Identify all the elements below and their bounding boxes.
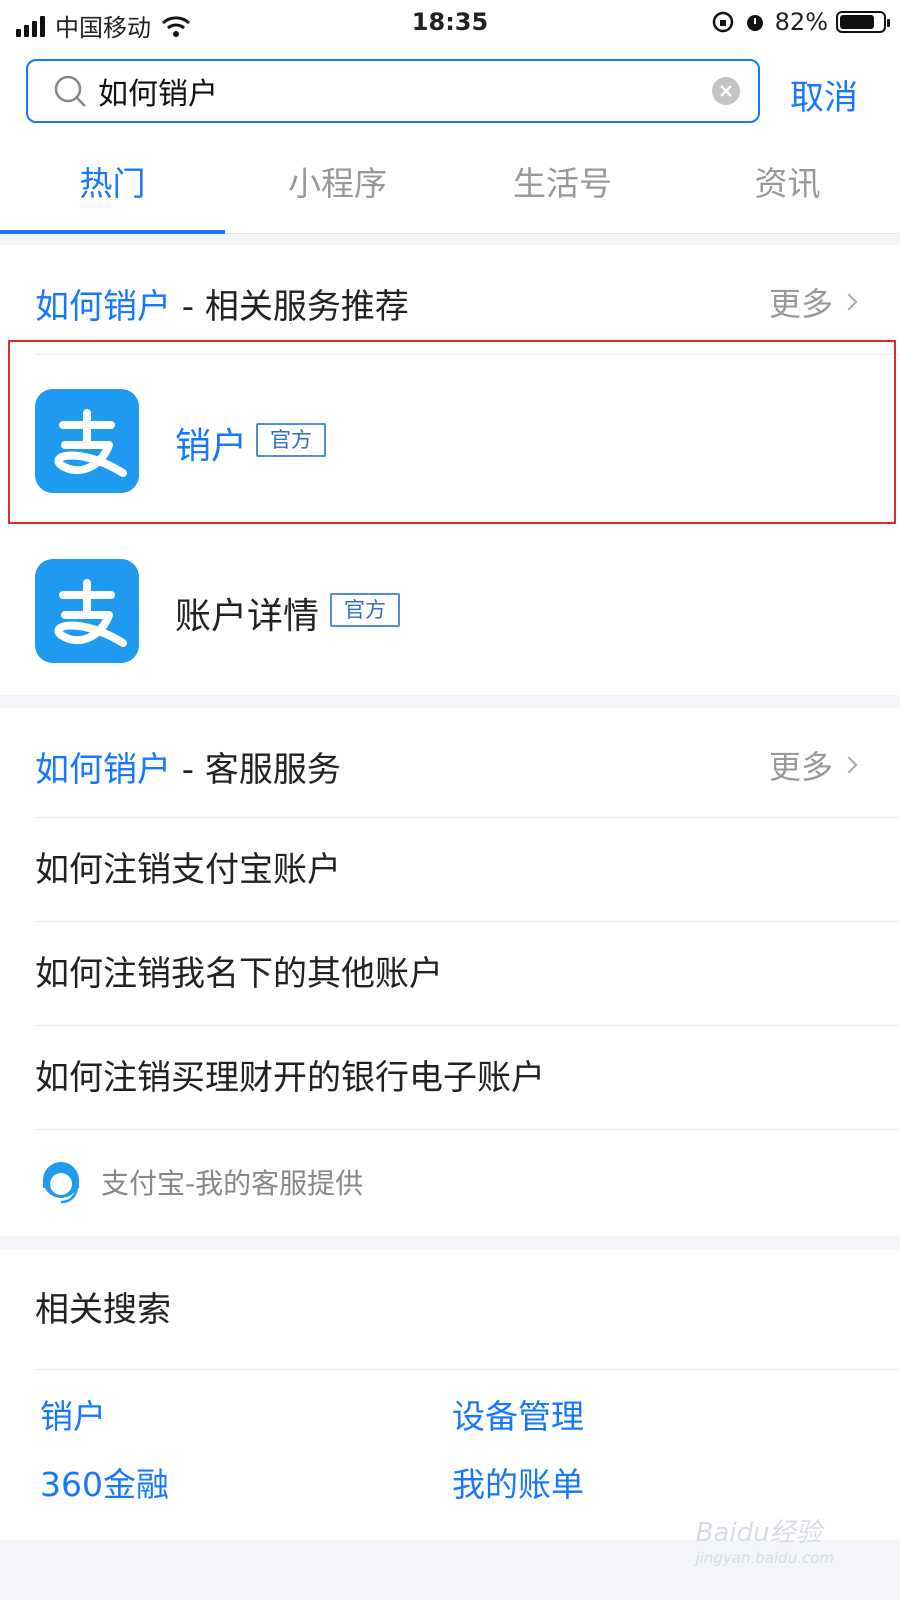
search-icon — [54, 75, 86, 107]
customer-service-card: 如何销户 - 客服服务 更多 如何注销支付宝账户 如何注销我名下的其他账户 如何… — [0, 708, 900, 1236]
services-card: 如何销户 - 相关服务推荐 更多 销户 官方 账户详情 官方 — [0, 245, 900, 695]
more-button[interactable]: 更多 — [769, 279, 858, 325]
battery-icon — [836, 11, 890, 33]
related-search-link[interactable]: 设备管理 — [452, 1390, 584, 1438]
clear-icon[interactable] — [710, 75, 742, 107]
provider-row: 支付宝-我的客服提供 — [35, 1130, 900, 1234]
question-item[interactable]: 如何注销买理财开的银行电子账户 — [35, 1026, 900, 1130]
more-button[interactable]: 更多 — [769, 742, 858, 788]
highlight-box — [8, 340, 896, 524]
chevron-right-icon — [840, 756, 858, 774]
service-name: 账户详情 — [175, 596, 320, 637]
orientation-lock-icon — [712, 11, 733, 33]
search-bar: 如何销户 取消 — [0, 48, 900, 136]
baidu-watermark: Baidu经验 jingyan.baidu.com — [695, 1518, 834, 1567]
provider-label: 支付宝-我的客服提供 — [101, 1167, 364, 1200]
search-query: 如何销户 — [98, 77, 218, 112]
alarm-icon — [746, 15, 763, 31]
customer-service-icon — [43, 1162, 79, 1204]
question-item[interactable]: 如何注销我名下的其他账户 — [35, 922, 900, 1026]
tab-news[interactable]: 资讯 — [675, 136, 900, 233]
service-item-account-details[interactable]: 账户详情 官方 — [0, 525, 900, 695]
related-searches-title: 相关搜索 — [35, 1250, 900, 1370]
search-input[interactable]: 如何销户 — [26, 59, 760, 123]
chevron-right-icon — [840, 293, 858, 311]
related-search-link[interactable]: 销户 — [40, 1390, 106, 1438]
cancel-button[interactable]: 取消 — [790, 70, 858, 119]
tab-life-accounts[interactable]: 生活号 — [450, 136, 675, 233]
battery-percent: 82% — [774, 8, 828, 36]
related-search-link[interactable]: 我的账单 — [452, 1458, 584, 1506]
section-title: 如何销户 - 客服服务 — [35, 750, 341, 790]
tab-bar: 热门 小程序 生活号 资讯 — [0, 136, 900, 234]
service-item-close-account[interactable]: 销户 官方 — [0, 340, 900, 525]
alipay-icon — [35, 559, 139, 663]
question-item[interactable]: 如何注销支付宝账户 — [35, 818, 900, 922]
related-search-link[interactable]: 360金融 — [40, 1458, 169, 1506]
status-bar: 中国移动 18:35 82% — [0, 0, 900, 48]
tab-hot[interactable]: 热门 — [0, 136, 225, 234]
related-searches-card: 相关搜索 销户 设备管理 360金融 我的账单 — [0, 1250, 900, 1540]
official-badge: 官方 — [330, 593, 400, 627]
tab-mini-programs[interactable]: 小程序 — [225, 136, 450, 233]
section-title: 如何销户 - 相关服务推荐 — [35, 287, 409, 327]
